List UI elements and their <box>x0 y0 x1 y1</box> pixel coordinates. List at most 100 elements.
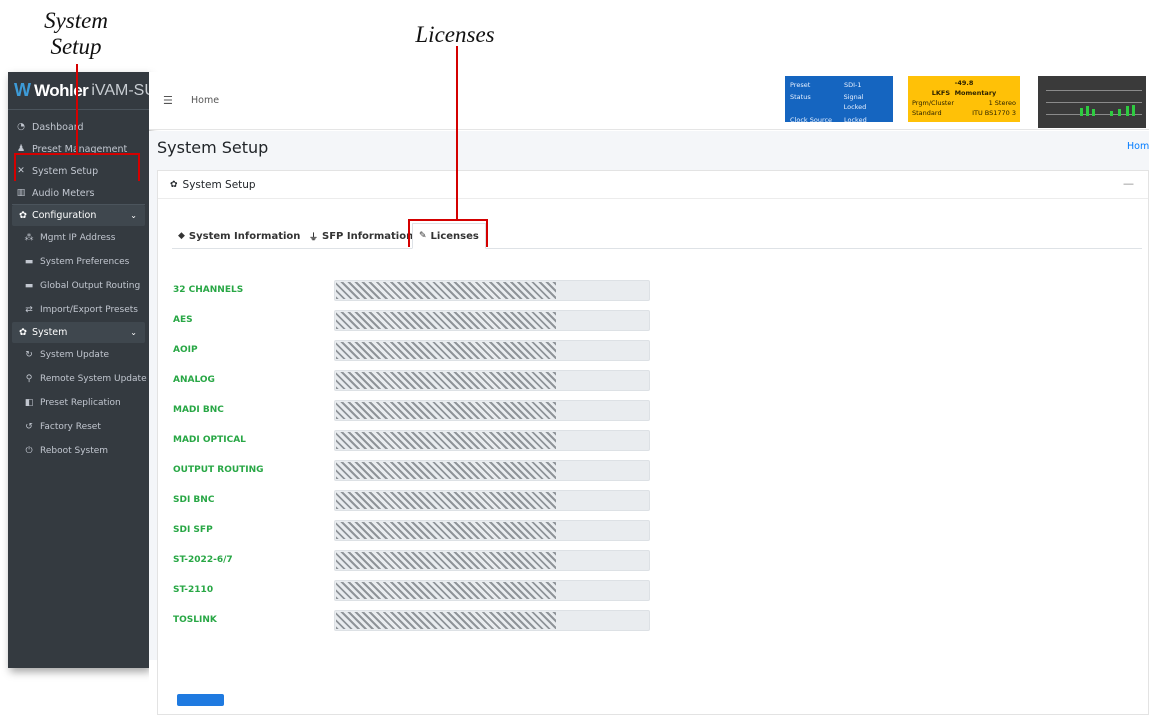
sidebar-group-system[interactable]: ✿ System ⌄ <box>12 322 145 343</box>
system-setup-card: ✿ System Setup — ◆ System Information ⏚ … <box>157 170 1149 715</box>
breadcrumb-home[interactable]: Home <box>1127 141 1149 152</box>
satellite-icon: ⚲ <box>25 374 33 384</box>
collapse-icon[interactable]: — <box>1123 177 1134 190</box>
page-title: System Setup <box>157 138 269 157</box>
callout-text: System <box>44 8 108 33</box>
license-progress-bar <box>334 550 650 571</box>
sidebar-item-preset-replication[interactable]: ◧ Preset Replication <box>8 391 149 415</box>
sidebar-item-label: Audio Meters <box>32 187 95 199</box>
hamburger-menu-icon[interactable]: ☰ <box>163 94 173 107</box>
sidebar: W Wohler iVAM-SUM ◔ Dashboard ♟ Preset M… <box>8 72 149 668</box>
callout-line <box>76 64 78 154</box>
license-progress-bar <box>334 520 650 541</box>
license-progress-bar <box>334 370 650 391</box>
sidebar-item-label: Reboot System <box>40 446 109 456</box>
dashboard-icon: ◔ <box>17 122 25 132</box>
license-progress-bar <box>334 400 650 421</box>
brand[interactable]: W Wohler iVAM-SUM <box>8 72 149 110</box>
callout-system-setup: System Setup <box>18 8 134 60</box>
callout-line <box>456 46 458 220</box>
status-label: Preset <box>790 81 811 89</box>
sidebar-item-mgmt-ip[interactable]: ⁂ Mgmt IP Address <box>8 226 149 250</box>
sidebar-item-system-preferences[interactable]: ▬ System Preferences <box>8 250 149 274</box>
license-name: OUTPUT ROUTING <box>173 465 264 475</box>
license-progress-fill <box>336 432 556 449</box>
chevron-down-icon: ⌄ <box>130 211 137 220</box>
tag-icon: ◆ <box>178 231 185 241</box>
meter-bar <box>1110 111 1113 116</box>
status-label: Clock Source <box>790 116 833 124</box>
wohler-logo-icon: W <box>14 80 31 100</box>
license-name: AOIP <box>173 345 198 355</box>
sidebar-item-system-setup[interactable]: ✕ System Setup <box>8 160 149 182</box>
license-name: MADI OPTICAL <box>173 435 246 445</box>
tab-sfp-information[interactable]: ⏚ SFP Information <box>303 223 419 249</box>
meter-bar <box>1118 109 1121 116</box>
license-row: ANALOG <box>173 370 653 392</box>
top-header: ☰ Home Preset SDI-1 Status Signal Locked C… <box>149 72 1149 130</box>
license-row: MADI OPTICAL <box>173 430 653 452</box>
save-button[interactable] <box>177 694 224 706</box>
sidebar-group-label: System <box>31 327 68 338</box>
status-value: SDI-1 <box>844 81 862 89</box>
loudness-label: Standard <box>912 109 942 117</box>
loudness-value-text: ITU BS1770 3 <box>972 109 1016 117</box>
sidebar-item-audio-meters[interactable]: ▥ Audio Meters <box>8 182 149 204</box>
loudness-unit: LKFS <box>931 89 951 97</box>
license-progress-bar <box>334 280 650 301</box>
gear-icon: ✿ <box>170 179 178 190</box>
sidebar-item-label: Remote System Update <box>40 374 147 384</box>
sidebar-item-factory-reset[interactable]: ↺ Factory Reset <box>8 415 149 439</box>
brand-logo: Wohler <box>34 80 89 100</box>
sidebar-group-configuration[interactable]: ✿ Configuration ⌄ <box>12 205 145 226</box>
license-progress-fill <box>336 402 556 419</box>
license-name: SDI BNC <box>173 495 215 505</box>
gear-icon: ✿ <box>19 210 27 221</box>
tab-system-information[interactable]: ◆ System Information <box>172 223 306 249</box>
license-row: 32 CHANNELS <box>173 280 653 302</box>
status-label: Status <box>790 93 811 101</box>
sidebar-item-preset-management[interactable]: ♟ Preset Management <box>8 138 149 160</box>
home-link[interactable]: Home <box>191 95 219 106</box>
license-name: 32 CHANNELS <box>173 285 244 295</box>
license-progress-fill <box>336 522 556 539</box>
license-progress-bar <box>334 580 650 601</box>
wrench-icon: ✎ <box>419 231 427 241</box>
chevron-down-icon: ⌄ <box>130 328 137 337</box>
meter-bar <box>1092 109 1095 116</box>
status-value: Signal Locked <box>843 93 867 111</box>
license-name: SDI SFP <box>173 525 213 535</box>
plug-icon: ⏚ <box>309 232 319 243</box>
license-progress-fill <box>336 282 556 299</box>
meter-bar <box>1086 106 1089 116</box>
meter-bar <box>1132 105 1135 116</box>
callout-box-top <box>408 219 488 221</box>
callout-box-top <box>14 153 140 155</box>
clone-icon: ◧ <box>24 398 34 408</box>
license-progress-fill <box>336 582 556 599</box>
sidebar-item-global-output-routing[interactable]: ▬ Global Output Routing <box>8 274 149 298</box>
loudness-panel: -49.8 LKFS Momentary Prgm/Cluster 1 Stere… <box>908 76 1020 122</box>
license-name: MADI BNC <box>173 405 224 415</box>
network-icon: ⁂ <box>24 233 34 243</box>
sidebar-item-import-export-presets[interactable]: ⇄ Import/Export Presets <box>8 298 149 322</box>
sidebar-item-system-update[interactable]: ↻ System Update <box>8 343 149 367</box>
license-name: ANALOG <box>173 375 215 385</box>
sidebar-item-remote-system-update[interactable]: ⚲ Remote System Update <box>8 367 149 391</box>
license-progress-fill <box>336 312 556 329</box>
license-progress-bar <box>334 490 650 511</box>
license-progress-bar <box>334 460 650 481</box>
card-title: System Setup <box>182 178 256 191</box>
license-progress-bar <box>334 310 650 331</box>
sidebar-item-reboot-system[interactable]: ⏻ Reboot System <box>8 439 149 463</box>
tab-licenses[interactable]: ✎ Licenses <box>412 223 486 249</box>
license-row: AES <box>173 310 653 332</box>
sidebar-item-dashboard[interactable]: ◔ Dashboard <box>8 116 149 138</box>
keyboard-icon: ▬ <box>24 257 34 267</box>
license-name: TOSLINK <box>173 615 217 625</box>
callout-box-left <box>408 219 410 247</box>
sidebar-group-label: Configuration <box>31 210 97 221</box>
meter-grid-line <box>1046 102 1142 103</box>
meter-grid-line <box>1046 90 1142 91</box>
sync-icon: ↻ <box>25 350 33 360</box>
